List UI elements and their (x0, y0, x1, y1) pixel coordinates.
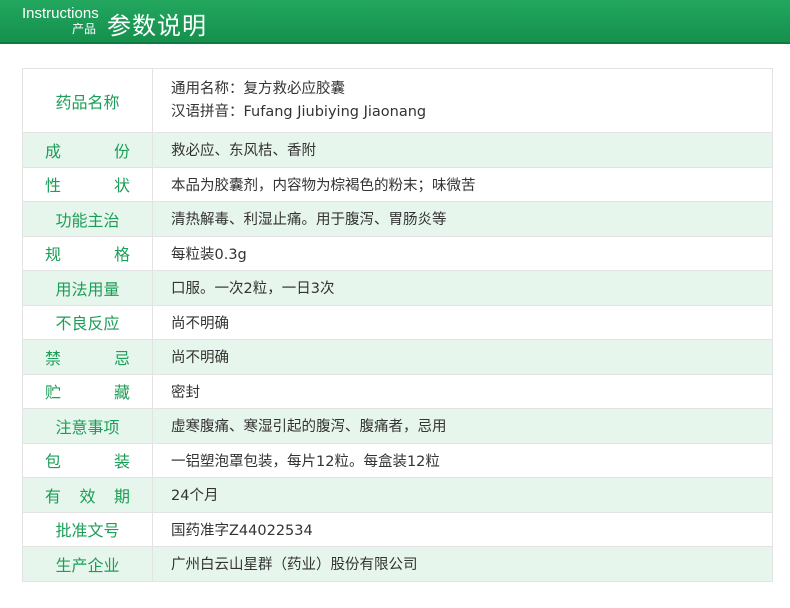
row-value: 通用名称：复方救必应胶囊汉语拼音：Fufang Jiubiying Jiaona… (153, 69, 772, 132)
table-row: 贮藏密封 (23, 374, 772, 409)
header-banner: Instructions 产品 参数说明 (0, 0, 790, 44)
table-row: 药品名称 通用名称：复方救必应胶囊汉语拼音：Fufang Jiubiying Ji… (23, 69, 772, 133)
row-value-text: 通用名称：复方救必应胶囊 (171, 80, 345, 97)
row-label: 药品名称 (23, 69, 153, 132)
row-label: 禁忌 (23, 340, 153, 374)
row-label-text: 禁 (45, 348, 62, 368)
row-label-text: 成 (45, 141, 62, 161)
table-row: 性状本品为胶囊剂，内容物为棕褐色的粉末；味微苦 (23, 167, 772, 202)
row-label: 包装 (23, 443, 153, 477)
row-value-text: 一铝塑泡罩包装，每片12粒。每盒装12粒 (171, 453, 440, 470)
row-label-text: 生产企业 (55, 555, 120, 575)
row-label-text: 忌 (113, 348, 130, 368)
row-label-text: 包 (45, 452, 62, 472)
row-label-text: 注意事项 (55, 417, 120, 437)
header-small-title: 产品 (72, 22, 97, 36)
table-row: 功能主治 清热解毒、利湿止痛。用于腹泻、胃肠炎等 (23, 202, 772, 237)
row-value-text: 尚不明确 (171, 315, 229, 332)
header-rule (0, 42, 790, 44)
row-label-text: 功能主治 (55, 210, 120, 230)
row-label: 性状 (23, 167, 153, 201)
row-label: 用法用量 (23, 271, 153, 305)
row-label: 注意事项 (23, 409, 153, 443)
row-label: 功能主治 (23, 202, 153, 236)
row-value-text: 尚不明确 (171, 350, 229, 367)
table-row: 用法用量 口服。一次2粒，一日3次 (23, 271, 772, 306)
row-label-text: 不良反应 (55, 314, 120, 334)
row-value-text: 每粒装0.3g (171, 246, 247, 263)
row-value-text: 国药准字Z44022534 (171, 522, 313, 539)
row-value-text: 广州白云山星群（药业）股份有限公司 (171, 557, 418, 574)
row-label-text: 性 (45, 176, 62, 196)
row-value: 密封 (153, 374, 772, 408)
row-value-text: 虚寒腹痛、寒湿引起的腹泻、腹痛者，忌用 (171, 419, 447, 436)
row-value: 广州白云山星群（药业）股份有限公司 (153, 547, 772, 581)
row-label: 成份 (23, 133, 153, 167)
header-title: 参数说明 (107, 12, 207, 40)
table-row: 有效期 24个月 (23, 478, 772, 513)
table-row: 不良反应 尚不明确 (23, 305, 772, 340)
spec-table: 药品名称 通用名称：复方救必应胶囊汉语拼音：Fufang Jiubiying Ji… (22, 68, 773, 582)
row-label-text: 用法用量 (55, 279, 120, 299)
row-value: 一铝塑泡罩包装，每片12粒。每盒装12粒 (153, 443, 772, 477)
row-label: 批准文号 (23, 512, 153, 546)
row-label-text: 格 (113, 245, 130, 265)
row-value-text: 密封 (171, 384, 200, 401)
row-value-text: 清热解毒、利湿止痛。用于腹泻、胃肠炎等 (171, 212, 447, 229)
table-row: 禁忌尚不明确 (23, 340, 772, 375)
row-label-text: 效 (79, 486, 96, 506)
table-row: 注意事项 虚寒腹痛、寒湿引起的腹泻、腹痛者，忌用 (23, 409, 772, 444)
row-value-text: 本品为胶囊剂，内容物为棕褐色的粉末；味微苦 (171, 177, 476, 194)
row-label: 规格 (23, 236, 153, 270)
row-label: 不良反应 (23, 305, 153, 339)
row-value-text: 24个月 (171, 488, 219, 505)
row-label-text: 批准文号 (55, 521, 120, 541)
row-label-text: 药品名称 (55, 92, 120, 112)
table-row: 成份救必应、东风桔、香附 (23, 133, 772, 168)
row-label: 有效期 (23, 478, 153, 512)
row-label-text: 装 (113, 452, 130, 472)
row-value: 口服。一次2粒，一日3次 (153, 271, 772, 305)
table-row: 包装一铝塑泡罩包装，每片12粒。每盒装12粒 (23, 443, 772, 478)
row-label-text: 贮 (45, 383, 62, 403)
row-value: 24个月 (153, 478, 772, 512)
row-label-text: 有 (45, 486, 62, 506)
row-label: 生产企业 (23, 547, 153, 581)
row-value-text: 口服。一次2粒，一日3次 (171, 281, 335, 298)
row-label: 贮藏 (23, 374, 153, 408)
row-label-text: 规 (45, 245, 62, 265)
row-value: 本品为胶囊剂，内容物为棕褐色的粉末；味微苦 (153, 167, 772, 201)
table-row: 规格每粒装0.3g (23, 236, 772, 271)
row-value: 尚不明确 (153, 340, 772, 374)
row-value: 每粒装0.3g (153, 236, 772, 270)
row-label-text: 藏 (113, 383, 130, 403)
row-value: 救必应、东风桔、香附 (153, 133, 772, 167)
row-value: 清热解毒、利湿止痛。用于腹泻、胃肠炎等 (153, 202, 772, 236)
table-row: 批准文号 国药准字Z44022534 (23, 512, 772, 547)
row-label-text: 状 (113, 176, 130, 196)
row-label-text: 份 (113, 141, 130, 161)
row-value: 虚寒腹痛、寒湿引起的腹泻、腹痛者，忌用 (153, 409, 772, 443)
row-label-text: 期 (113, 486, 130, 506)
row-value: 国药准字Z44022534 (153, 512, 772, 546)
row-value-text: 救必应、东风桔、香附 (171, 143, 316, 160)
table-row: 生产企业 广州白云山星群（药业）股份有限公司 (23, 547, 772, 582)
row-value-text: 汉语拼音：Fufang Jiubiying Jiaonang (171, 103, 427, 120)
row-value: 尚不明确 (153, 305, 772, 339)
